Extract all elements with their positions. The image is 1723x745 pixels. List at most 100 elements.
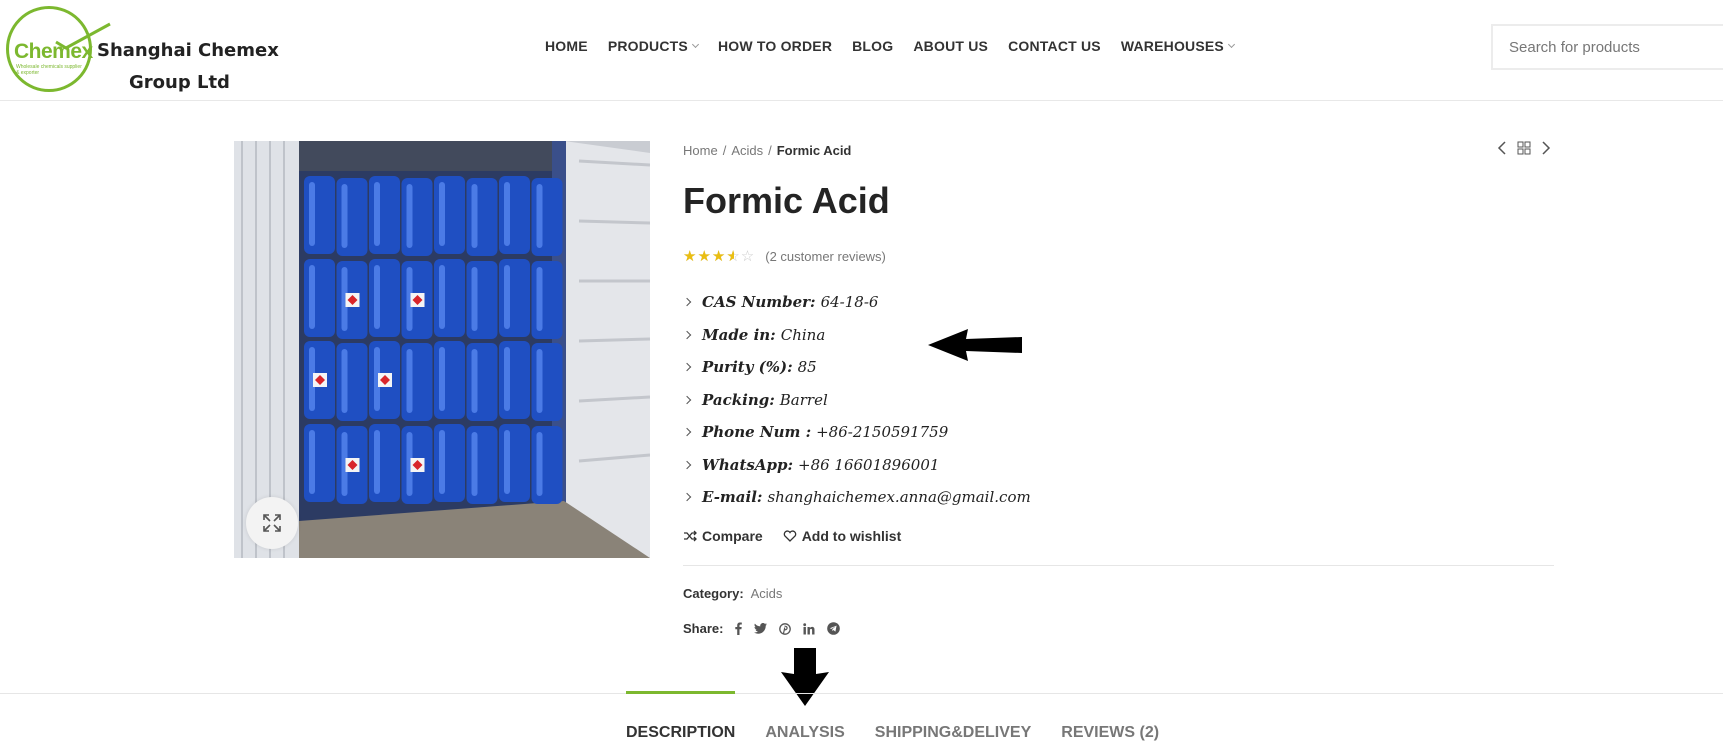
barrel-highlight	[439, 182, 445, 246]
barrel-highlight	[374, 430, 380, 494]
add-to-wishlist-button[interactable]: Add to wishlist	[783, 528, 902, 544]
nav-products[interactable]: PRODUCTS	[607, 38, 700, 54]
linkedin-icon[interactable]	[803, 622, 815, 635]
barrel-highlight	[374, 182, 380, 246]
attribute-value: China	[780, 325, 826, 344]
tab-description[interactable]: DESCRIPTION	[626, 691, 736, 742]
barrel	[434, 341, 465, 419]
breadcrumb: Home / Acids / Formic Acid	[683, 143, 851, 158]
breadcrumb-category[interactable]: Acids	[731, 143, 763, 158]
barrel-highlight	[471, 267, 478, 331]
search-input[interactable]	[1491, 24, 1723, 70]
product-image[interactable]	[234, 141, 650, 558]
barrel-highlight	[504, 347, 510, 411]
nav-home[interactable]: HOME	[545, 38, 588, 54]
barrel-highlight	[536, 432, 543, 496]
barrel-highlight	[471, 432, 478, 496]
attribute-key: WhatsApp:	[702, 455, 793, 474]
barrel-highlight	[309, 182, 315, 246]
pinterest-icon[interactable]	[779, 622, 792, 635]
product-tabs: DESCRIPTION ANALYSIS SHIPPING&DELIVEY RE…	[626, 691, 1189, 742]
telegram-icon[interactable]	[827, 622, 841, 635]
barrel	[499, 176, 530, 254]
expand-icon	[263, 514, 281, 532]
attribute-value: Barrel	[779, 390, 828, 409]
list-item: E-mail: shanghaichemex.anna@gmail.com	[682, 481, 1031, 514]
barrel-highlight	[504, 182, 510, 246]
barrel	[466, 343, 498, 421]
barrel-highlight	[439, 265, 445, 329]
chevron-right-icon	[682, 460, 692, 469]
facebook-icon[interactable]	[735, 622, 743, 635]
breadcrumb-separator: /	[722, 143, 727, 158]
attribute-value: +86-2150591759	[816, 423, 949, 442]
nav-warehouses[interactable]: WAREHOUSES	[1120, 38, 1235, 54]
barrel	[499, 424, 530, 502]
barrel-highlight	[341, 349, 348, 413]
attribute-key: Made in:	[702, 325, 776, 344]
nav-how-to-order-label: HOW TO ORDER	[717, 38, 833, 54]
barrel-highlight	[309, 265, 315, 329]
logo-wordmark: Chemex	[14, 40, 93, 63]
barrel	[499, 259, 530, 337]
barrel	[531, 343, 563, 421]
barrel-highlight	[374, 265, 380, 329]
company-name-line1: Shanghai Chemex	[97, 40, 279, 61]
chevron-right-icon	[682, 493, 692, 502]
zoom-image-button[interactable]	[246, 497, 298, 549]
barrel-highlight	[504, 430, 510, 494]
barrel-highlight	[439, 430, 445, 494]
attribute-key: Phone Num :	[702, 423, 812, 442]
tab-analysis[interactable]: ANALYSIS	[765, 693, 844, 742]
tab-reviews[interactable]: REVIEWS (2)	[1061, 693, 1159, 742]
category-link[interactable]: Acids	[751, 586, 783, 601]
wishlist-label: Add to wishlist	[801, 528, 902, 544]
breadcrumb-current: Formic Acid	[776, 143, 852, 158]
list-item: CAS Number: 64-18-6	[682, 286, 1031, 319]
product-photo-container-barrels	[234, 141, 650, 558]
next-product-icon[interactable]	[1541, 141, 1551, 155]
product-title: Formic Acid	[683, 180, 890, 221]
attribute-key: Packing:	[702, 390, 775, 409]
nav-blog[interactable]: BLOG	[852, 38, 893, 54]
nav-how-to-order[interactable]: HOW TO ORDER	[718, 38, 832, 54]
prev-product-icon[interactable]	[1497, 141, 1507, 155]
compare-label: Compare	[702, 528, 763, 544]
list-item: Packing: Barrel	[682, 384, 1031, 417]
attribute-value: 64-18-6	[820, 293, 879, 312]
barrel-highlight	[341, 184, 348, 248]
main-nav: HOME PRODUCTS HOW TO ORDER BLOG ABOUT US…	[545, 38, 1254, 54]
annotation-arrow-left-icon	[928, 329, 1022, 361]
compare-button[interactable]: Compare	[683, 528, 763, 544]
barrel	[466, 426, 498, 504]
attribute-key: Purity (%):	[702, 358, 793, 377]
breadcrumb-home[interactable]: Home	[683, 143, 718, 158]
star-rating-fill: ★★★★★	[683, 248, 734, 265]
barrel	[434, 259, 465, 337]
product-category-meta: Category: Acids	[683, 586, 782, 601]
nav-contact-us[interactable]: CONTACT US	[1008, 38, 1101, 54]
site-logo[interactable]: Chemex Wholesale chemicals supplier & ex…	[4, 4, 279, 94]
nav-about-us[interactable]: ABOUT US	[913, 38, 988, 54]
barrel	[336, 343, 368, 421]
barrel	[466, 261, 498, 339]
barrel	[466, 178, 498, 256]
nav-products-label: PRODUCTS	[607, 38, 688, 54]
barrel	[499, 341, 530, 419]
customer-reviews-link[interactable]: (2 customer reviews)	[765, 249, 886, 264]
barrel	[401, 178, 433, 256]
barrel-highlight	[504, 265, 510, 329]
barrel-highlight	[536, 184, 543, 248]
barrel-highlight	[406, 184, 413, 248]
compare-shuffle-icon	[684, 530, 697, 542]
chevron-right-icon	[682, 363, 692, 372]
nav-home-label: HOME	[545, 38, 588, 54]
barrel	[531, 178, 563, 256]
barrel	[531, 261, 563, 339]
site-header: Chemex Wholesale chemicals supplier & ex…	[0, 0, 1723, 101]
barrel-highlight	[309, 430, 315, 494]
twitter-icon[interactable]	[754, 623, 768, 634]
tab-shipping-delivery[interactable]: SHIPPING&DELIVEY	[875, 693, 1031, 742]
nav-warehouses-label: WAREHOUSES	[1120, 38, 1224, 54]
back-to-shop-grid-icon[interactable]	[1517, 141, 1531, 155]
